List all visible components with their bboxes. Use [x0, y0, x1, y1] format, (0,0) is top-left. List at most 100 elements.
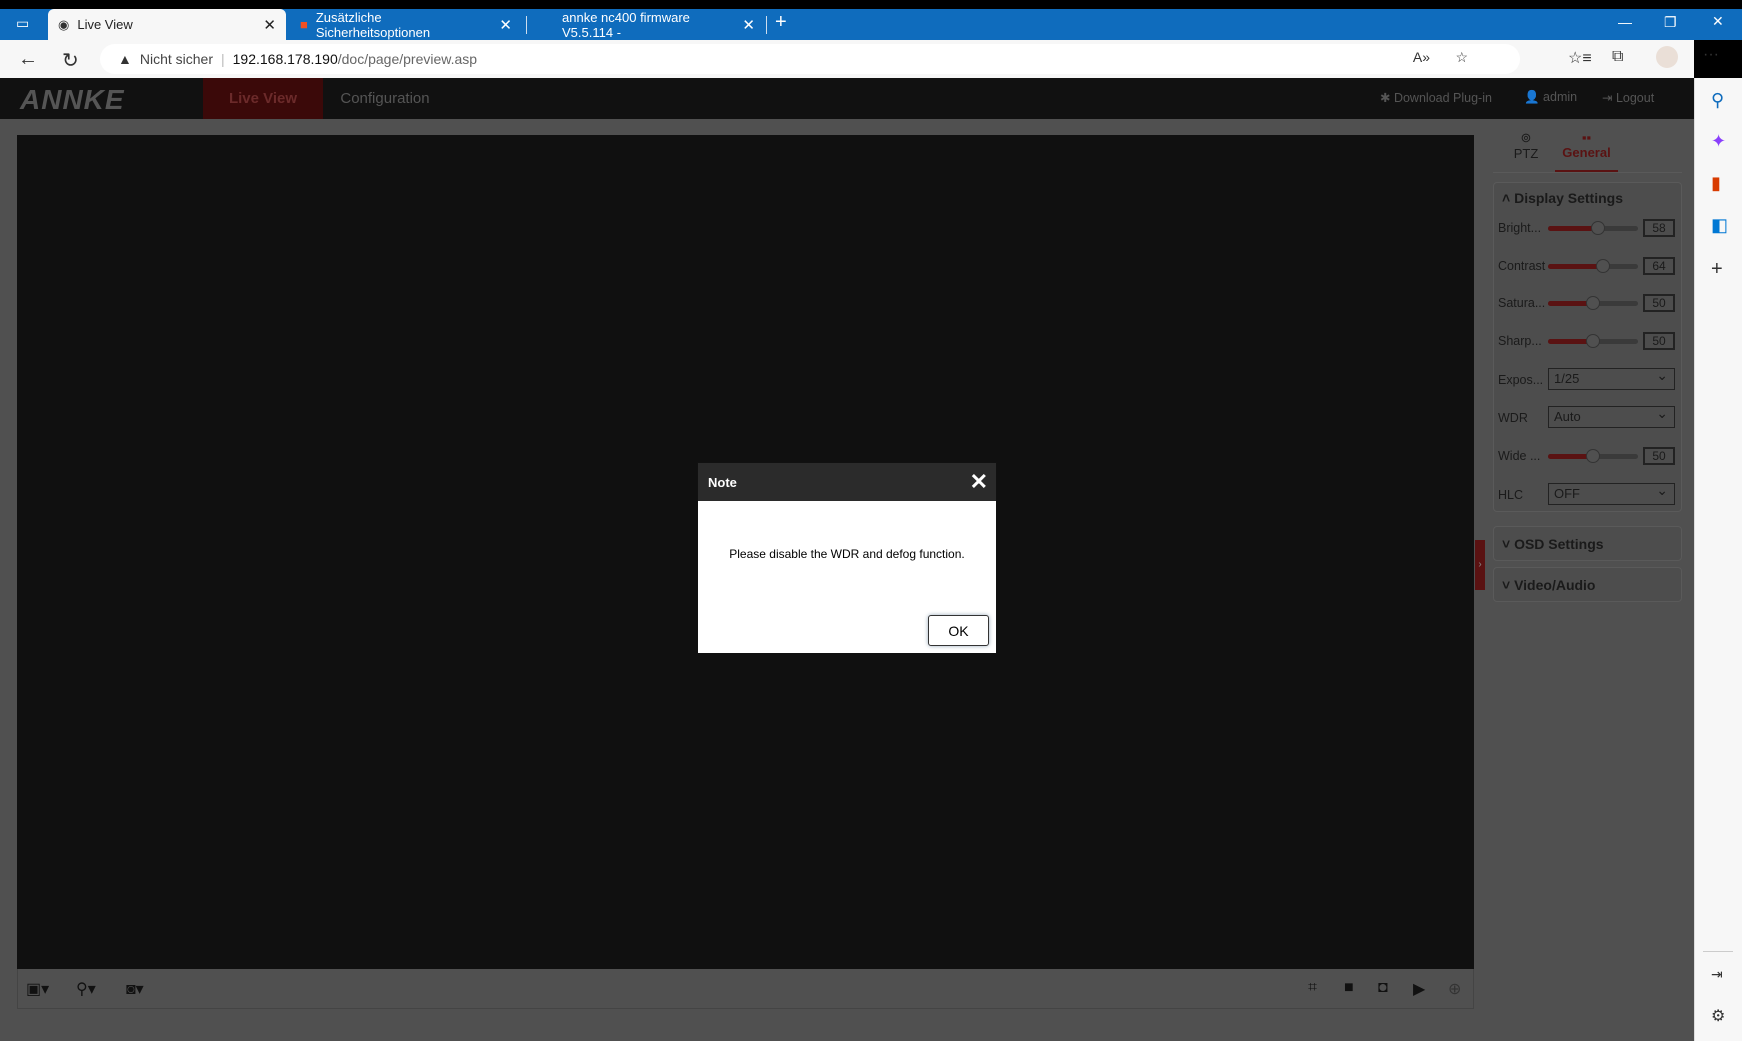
hlc-row: HLC OFF: [1498, 480, 1676, 505]
url-path: /doc/page/preview.asp: [337, 51, 478, 67]
select-label: Expos...: [1498, 373, 1544, 387]
user-label: admin: [1543, 90, 1578, 104]
saturation-row: Satura... 50: [1498, 293, 1676, 313]
tab-label: General: [1562, 145, 1611, 160]
note-dialog: Note ✕ Please disable the WDR and defog …: [697, 462, 997, 654]
microsoft-favicon-icon: ■: [300, 17, 308, 32]
crop-icon[interactable]: ⌗: [1308, 979, 1317, 997]
refresh-icon[interactable]: ↻: [62, 48, 79, 73]
ok-button[interactable]: OK: [928, 615, 989, 646]
video-toolbar: ▣▾ ⚲▾ ◙▾ ⌗ ■ ◘ ▶ ⊕: [17, 969, 1474, 1009]
digital-zoom-icon[interactable]: ⊕: [1448, 979, 1461, 999]
search-icon[interactable]: ⚲: [1711, 90, 1724, 111]
close-tab-icon[interactable]: ✕: [742, 16, 755, 34]
tab-label: Live View: [77, 17, 133, 32]
window-layout-icon[interactable]: ▣▾: [26, 979, 49, 999]
edge-sidebar: ⚲ ✦ ▮ ◧ + ⇥ ⚙: [1694, 78, 1742, 1041]
close-tab-icon[interactable]: ✕: [499, 16, 512, 34]
nav-configuration[interactable]: Configuration: [330, 78, 440, 119]
chevron-down-icon: ˅: [1502, 536, 1515, 552]
logout-link[interactable]: ⇥ Logout: [1602, 90, 1654, 105]
exposure-row: Expos... 1/25: [1498, 365, 1676, 390]
wdr-row: WDR Auto: [1498, 403, 1676, 428]
ptz-icon: ⊚: [1520, 130, 1532, 145]
tab-label: annke nc400 firmware V5.5.114 -: [562, 9, 690, 40]
camera-favicon-icon: ◉: [58, 16, 70, 32]
user-link[interactable]: 👤 admin: [1524, 90, 1577, 105]
sharpness-value[interactable]: 50: [1643, 332, 1675, 350]
dialog-header: Note: [698, 463, 996, 501]
close-icon[interactable]: ✕: [970, 469, 988, 495]
close-window-icon[interactable]: ✕: [1712, 13, 1724, 30]
back-icon[interactable]: ←: [18, 48, 38, 71]
add-favorite-icon[interactable]: ☆: [1455, 49, 1468, 66]
contrast-row: Contrast 64: [1498, 256, 1676, 276]
slider-label: Sharp...: [1498, 334, 1542, 348]
address-bar[interactable]: ▲ Nicht sicher | 192.168.178.190/doc/pag…: [100, 44, 1520, 74]
office-icon[interactable]: ▮: [1711, 173, 1721, 194]
wide-dynamic-value[interactable]: 50: [1643, 447, 1675, 465]
new-tab-icon[interactable]: +: [775, 11, 787, 34]
wdr-select[interactable]: Auto: [1548, 403, 1675, 428]
tab-label: PTZ: [1513, 146, 1539, 161]
tab-actions-icon[interactable]: ▭: [16, 15, 29, 32]
favorites-icon[interactable]: ☆≡: [1568, 48, 1592, 68]
brightness-row: Bright... 58: [1498, 218, 1676, 238]
read-aloud-icon[interactable]: A»: [1413, 49, 1430, 65]
select-label: WDR: [1498, 411, 1528, 425]
security-label[interactable]: Nicht sicher: [140, 51, 213, 67]
tab-annke-firmware[interactable]: annke nc400 firmware V5.5.114 - ✕: [530, 9, 765, 40]
tab-security-options[interactable]: ■ Zusätzliche Sicherheitsoptionen ✕: [290, 9, 522, 40]
slider-label: Wide ...: [1498, 449, 1541, 463]
select-label: HLC: [1498, 488, 1524, 502]
stop-icon[interactable]: ■: [1344, 979, 1354, 997]
settings-icon[interactable]: ⚙: [1711, 1006, 1725, 1026]
exposure-select[interactable]: 1/25: [1548, 365, 1675, 390]
section-title: OSD Settings: [1514, 536, 1604, 552]
hlc-select[interactable]: OFF: [1548, 480, 1675, 505]
user-icon: 👤: [1524, 90, 1544, 104]
restore-icon[interactable]: ❐: [1664, 14, 1677, 31]
wide-dynamic-slider[interactable]: [1548, 449, 1638, 463]
annke-logo: ANNKE: [20, 84, 125, 115]
record-icon[interactable]: ▶: [1413, 979, 1425, 999]
minimize-icon[interactable]: —: [1618, 14, 1632, 30]
chevron-down-icon: ˅: [1502, 577, 1515, 593]
dialog-title: Note: [708, 475, 737, 490]
stream-select-icon[interactable]: ⚲▾: [76, 979, 96, 999]
add-icon[interactable]: +: [1711, 258, 1723, 281]
slider-label: Bright...: [1498, 221, 1542, 235]
wide-dynamic-row: Wide ... 50: [1498, 446, 1676, 466]
grid-icon: ▪▪: [1581, 130, 1592, 145]
snapshot-icon[interactable]: ◘: [1378, 979, 1388, 997]
brightness-value[interactable]: 58: [1643, 219, 1675, 237]
panel-toggle-handle[interactable]: ›: [1475, 540, 1485, 590]
close-tab-icon[interactable]: ✕: [263, 16, 276, 34]
tab-live-view[interactable]: ◉ Live View ✕: [48, 9, 286, 40]
logout-label: Logout: [1615, 91, 1655, 105]
copilot-icon[interactable]: ✦: [1711, 131, 1726, 152]
collections-icon[interactable]: ⧉: [1612, 48, 1623, 66]
brightness-slider[interactable]: [1548, 221, 1638, 235]
video-audio-section[interactable]: ˅ Video/Audio: [1493, 567, 1682, 602]
outlook-icon[interactable]: ◧: [1711, 215, 1728, 236]
nav-live-view[interactable]: Live View: [203, 78, 323, 119]
video-mode-icon[interactable]: ◙▾: [126, 979, 144, 999]
profile-avatar[interactable]: [1656, 46, 1678, 68]
saturation-value[interactable]: 50: [1643, 294, 1675, 312]
more-menu-icon[interactable]: ···: [1703, 46, 1719, 64]
tab-general[interactable]: ▪▪ General: [1555, 130, 1618, 172]
saturation-slider[interactable]: [1548, 296, 1638, 310]
contrast-slider[interactable]: [1548, 259, 1638, 273]
contrast-value[interactable]: 64: [1643, 257, 1675, 275]
hide-sidebar-icon[interactable]: ⇥: [1711, 966, 1723, 983]
url-host: 192.168.178.190: [232, 51, 338, 67]
dialog-message: Please disable the WDR and defog functio…: [729, 547, 965, 561]
warning-icon: ▲: [118, 51, 132, 67]
tab-label: Zusätzliche Sicherheitsoptionen: [315, 9, 431, 40]
display-settings-header[interactable]: ˄ Display Settings: [1502, 190, 1623, 206]
sharpness-slider[interactable]: [1548, 334, 1638, 348]
osd-settings-section[interactable]: ˅ OSD Settings: [1493, 526, 1682, 561]
tab-ptz[interactable]: ⊚ PTZ: [1496, 130, 1556, 161]
download-plugin-link[interactable]: ✱ Download Plug-in: [1380, 90, 1492, 105]
